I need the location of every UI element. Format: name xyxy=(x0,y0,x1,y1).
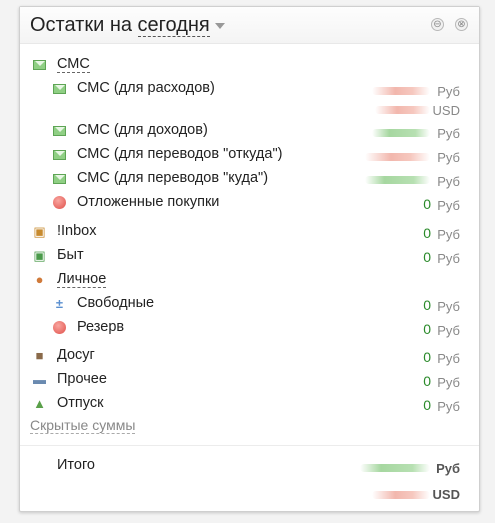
amount-value: 0 xyxy=(423,321,431,337)
cart-icon: ▣ xyxy=(33,248,46,263)
currency-label: Руб xyxy=(437,399,460,414)
person-icon: ● xyxy=(35,272,44,287)
envelope-icon xyxy=(52,81,67,96)
currency-label: Руб xyxy=(437,84,460,99)
list-item: ▬ Прочее 0 Руб xyxy=(20,369,479,391)
list-item: Отложенные покупки 0 Руб xyxy=(20,192,479,214)
widget-title: Остатки на сегодня xyxy=(30,14,225,37)
currency-label: Руб xyxy=(437,227,460,242)
currency-label: Руб xyxy=(437,375,460,390)
envelope-icon xyxy=(52,147,67,162)
envelope-icon xyxy=(52,171,67,186)
currency-label: Руб xyxy=(437,323,460,338)
camera-icon: ■ xyxy=(35,348,44,363)
account-label: !Inbox xyxy=(57,223,97,239)
account-label: Отложенные покупки xyxy=(77,194,220,210)
minimize-button[interactable]: ⊖ xyxy=(431,18,444,31)
currency-label: Руб xyxy=(436,461,460,476)
period-selector[interactable]: сегодня xyxy=(137,14,210,37)
account-label: Свободные xyxy=(77,295,155,311)
account-label: Быт xyxy=(57,247,84,263)
truck-icon: ▬ xyxy=(33,372,46,387)
palm-tree-icon: ▲ xyxy=(33,396,46,411)
currency-label: Руб xyxy=(437,251,460,266)
currency-label: Руб xyxy=(437,299,460,314)
list-item: СМС (для расходов) Руб xyxy=(20,78,479,100)
account-label: СМС (для расходов) xyxy=(77,80,215,96)
list-item: СМС (для доходов) Руб xyxy=(20,120,479,142)
list-item: СМС (для переводов "откуда") Руб xyxy=(20,144,479,166)
blurred-amount xyxy=(372,491,430,499)
inbox-icon: ▣ xyxy=(33,224,46,239)
account-group-link[interactable]: Личное xyxy=(57,271,107,288)
currency-label: Руб xyxy=(437,351,460,366)
amount-value: 0 xyxy=(423,373,431,389)
balances-widget: Остатки на сегодня ⊖ ⊗ СМС СМС (для расх… xyxy=(19,6,480,512)
list-item: СМС xyxy=(20,54,479,76)
list-item: USD xyxy=(20,98,479,120)
amount-value: 0 xyxy=(423,297,431,313)
currency-label: USD xyxy=(432,487,460,502)
list-item: ● Личное xyxy=(20,269,479,291)
account-label: СМС (для переводов "куда") xyxy=(77,170,269,186)
list-item: ± Свободные 0 Руб xyxy=(20,293,479,315)
currency-label: Руб xyxy=(437,198,460,213)
blurred-amount xyxy=(365,153,430,161)
list-item: ▲ Отпуск 0 Руб xyxy=(20,393,479,415)
account-group-link[interactable]: СМС xyxy=(57,56,90,73)
total-row: Итого Руб xyxy=(20,455,479,477)
hidden-sums-link[interactable]: Скрытые суммы xyxy=(30,417,136,434)
account-label: Прочее xyxy=(57,371,107,387)
envelope-icon xyxy=(32,57,47,72)
amount-value: 0 xyxy=(423,397,431,413)
blurred-amount xyxy=(372,129,430,137)
account-label: Резерв xyxy=(77,319,125,335)
scale-icon: ± xyxy=(55,296,64,311)
account-label: СМС (для переводов "откуда") xyxy=(77,146,283,162)
close-button[interactable]: ⊗ xyxy=(455,18,468,31)
chevron-down-icon[interactable] xyxy=(214,22,225,29)
blurred-amount xyxy=(365,176,430,184)
currency-label: Руб xyxy=(437,174,460,189)
currency-label: Руб xyxy=(437,126,460,141)
amount-value: 0 xyxy=(423,349,431,365)
account-label: Досуг xyxy=(57,347,95,363)
blurred-amount xyxy=(375,106,430,114)
list-item: Резерв 0 Руб xyxy=(20,317,479,339)
list-item: ■ Досуг 0 Руб xyxy=(20,345,479,367)
amount-value: 0 xyxy=(423,196,431,212)
widget-header: Остатки на сегодня ⊖ ⊗ xyxy=(20,7,479,44)
blurred-amount xyxy=(360,464,430,472)
envelope-icon xyxy=(52,123,67,138)
list-item: СМС (для переводов "куда") Руб xyxy=(20,168,479,190)
list-item: ▣ Быт 0 Руб xyxy=(20,245,479,267)
account-label: Отпуск xyxy=(57,395,104,411)
blurred-amount xyxy=(372,87,430,95)
circle-icon xyxy=(52,320,67,335)
currency-label: Руб xyxy=(437,150,460,165)
account-label: СМС (для доходов) xyxy=(77,122,208,138)
total-label: Итого xyxy=(57,457,95,473)
amount-value: 0 xyxy=(423,249,431,265)
amount-value: 0 xyxy=(423,225,431,241)
total-row: USD xyxy=(20,483,479,505)
title-prefix: Остатки на xyxy=(30,14,138,36)
divider xyxy=(20,445,479,446)
circle-icon xyxy=(52,195,67,210)
currency-label: USD xyxy=(432,103,460,118)
list-item: ▣ !Inbox 0 Руб xyxy=(20,221,479,243)
